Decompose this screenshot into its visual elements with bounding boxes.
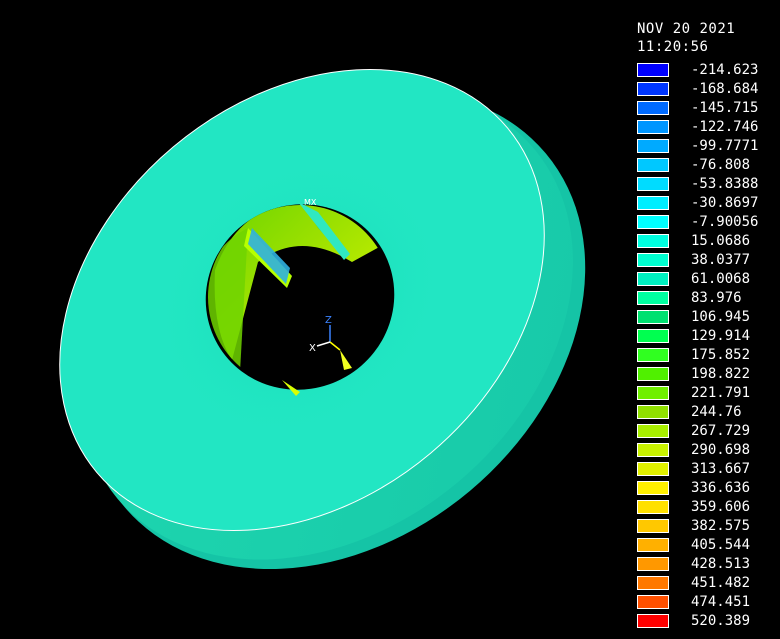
legend-value: 106.945 <box>691 308 751 325</box>
legend-value: 428.513 <box>691 555 751 572</box>
legend-value: 221.791 <box>691 384 751 401</box>
legend-color-swatch <box>637 480 669 495</box>
legend-value: 129.914 <box>691 327 751 344</box>
legend-color-swatch <box>637 309 669 324</box>
legend-value: 359.606 <box>691 498 751 515</box>
legend-entry: 336.636 <box>637 478 750 497</box>
legend-value: -168.684 <box>691 80 759 97</box>
legend-entry: 405.544 <box>637 535 750 554</box>
legend-entry: -76.808 <box>637 155 750 174</box>
contour-legend: NOV 20 2021 11:20:56 -214.623 -168.684 -14… <box>637 20 777 629</box>
legend-entry: 451.482 <box>637 573 750 592</box>
legend-color-swatch <box>637 290 669 305</box>
legend-entry: 61.0068 <box>637 269 750 288</box>
legend-value: 336.636 <box>691 479 751 496</box>
legend-entry: -168.684 <box>637 79 758 98</box>
legend-entry: 129.914 <box>637 326 750 345</box>
triad-z-label: Z <box>325 315 332 326</box>
legend-value: 15.0686 <box>691 232 751 249</box>
legend-value: 38.0377 <box>691 251 751 268</box>
legend-color-swatch <box>637 423 669 438</box>
legend-color-swatch <box>637 195 669 210</box>
legend-entry: 198.822 <box>637 364 750 383</box>
legend-value: -30.8697 <box>691 194 759 211</box>
legend-entry: 359.606 <box>637 497 750 516</box>
legend-entry: 15.0686 <box>637 231 750 250</box>
legend-value: -53.8388 <box>691 175 759 192</box>
legend-color-swatch <box>637 100 669 115</box>
legend-color-swatch <box>637 214 669 229</box>
legend-color-swatch <box>637 347 669 362</box>
legend-entry: 290.698 <box>637 440 750 459</box>
legend-value: -99.7771 <box>691 137 759 154</box>
legend-value: -145.715 <box>691 99 759 116</box>
legend-color-swatch <box>637 404 669 419</box>
model-viewport[interactable]: Z X MX <box>0 0 620 639</box>
legend-entry: -53.8388 <box>637 174 758 193</box>
legend-value: 267.729 <box>691 422 751 439</box>
legend-entry: 313.667 <box>637 459 750 478</box>
legend-entry: 474.451 <box>637 592 750 611</box>
legend-entry: -122.746 <box>637 117 758 136</box>
legend-value: -214.623 <box>691 61 759 78</box>
legend-color-swatch <box>637 252 669 267</box>
legend-entry: -30.8697 <box>637 193 758 212</box>
legend-entry: 428.513 <box>637 554 750 573</box>
legend-color-swatch <box>637 328 669 343</box>
legend-entry: 106.945 <box>637 307 750 326</box>
legend-color-swatch <box>637 157 669 172</box>
legend-value: 474.451 <box>691 593 751 610</box>
legend-color-swatch <box>637 81 669 96</box>
legend-date: NOV 20 2021 <box>637 21 736 37</box>
legend-value: 520.389 <box>691 612 751 629</box>
legend-color-swatch <box>637 119 669 134</box>
legend-color-swatch <box>637 613 669 628</box>
legend-entry: 267.729 <box>637 421 750 440</box>
legend-value: 290.698 <box>691 441 751 458</box>
legend-entry: -214.623 <box>637 60 758 79</box>
legend-color-swatch <box>637 176 669 191</box>
triad-x-label: X <box>309 343 316 354</box>
legend-color-swatch <box>637 518 669 533</box>
legend-entry: 38.0377 <box>637 250 750 269</box>
legend-value: -76.808 <box>691 156 751 173</box>
legend-value: 405.544 <box>691 536 751 553</box>
max-marker-label: MX <box>304 198 317 207</box>
legend-color-swatch <box>637 138 669 153</box>
legend-value: 382.575 <box>691 517 751 534</box>
legend-color-swatch <box>637 385 669 400</box>
legend-value: 175.852 <box>691 346 751 363</box>
legend-entry: -99.7771 <box>637 136 758 155</box>
legend-value: -7.90056 <box>691 213 759 230</box>
legend-value: -122.746 <box>691 118 759 135</box>
legend-entry: 175.852 <box>637 345 750 364</box>
legend-time: 11:20:56 <box>637 39 709 55</box>
legend-color-swatch <box>637 537 669 552</box>
legend-entry: 244.76 <box>637 402 742 421</box>
legend-color-swatch <box>637 461 669 476</box>
legend-color-swatch <box>637 575 669 590</box>
legend-color-swatch <box>637 271 669 286</box>
legend-color-swatch <box>637 594 669 609</box>
legend-color-swatch <box>637 366 669 381</box>
legend-entry: 221.791 <box>637 383 750 402</box>
legend-entry: 382.575 <box>637 516 750 535</box>
legend-color-swatch <box>637 556 669 571</box>
legend-value: 83.976 <box>691 289 742 306</box>
legend-value: 61.0068 <box>691 270 751 287</box>
legend-entry: 83.976 <box>637 288 742 307</box>
legend-entry: -7.90056 <box>637 212 758 231</box>
legend-color-swatch <box>637 62 669 77</box>
legend-entry: 520.389 <box>637 611 750 630</box>
legend-color-swatch <box>637 233 669 248</box>
legend-value: 198.822 <box>691 365 751 382</box>
legend-entry: -145.715 <box>637 98 758 117</box>
legend-value: 451.482 <box>691 574 751 591</box>
legend-color-swatch <box>637 499 669 514</box>
legend-value: 244.76 <box>691 403 742 420</box>
legend-value: 313.667 <box>691 460 751 477</box>
legend-color-swatch <box>637 442 669 457</box>
